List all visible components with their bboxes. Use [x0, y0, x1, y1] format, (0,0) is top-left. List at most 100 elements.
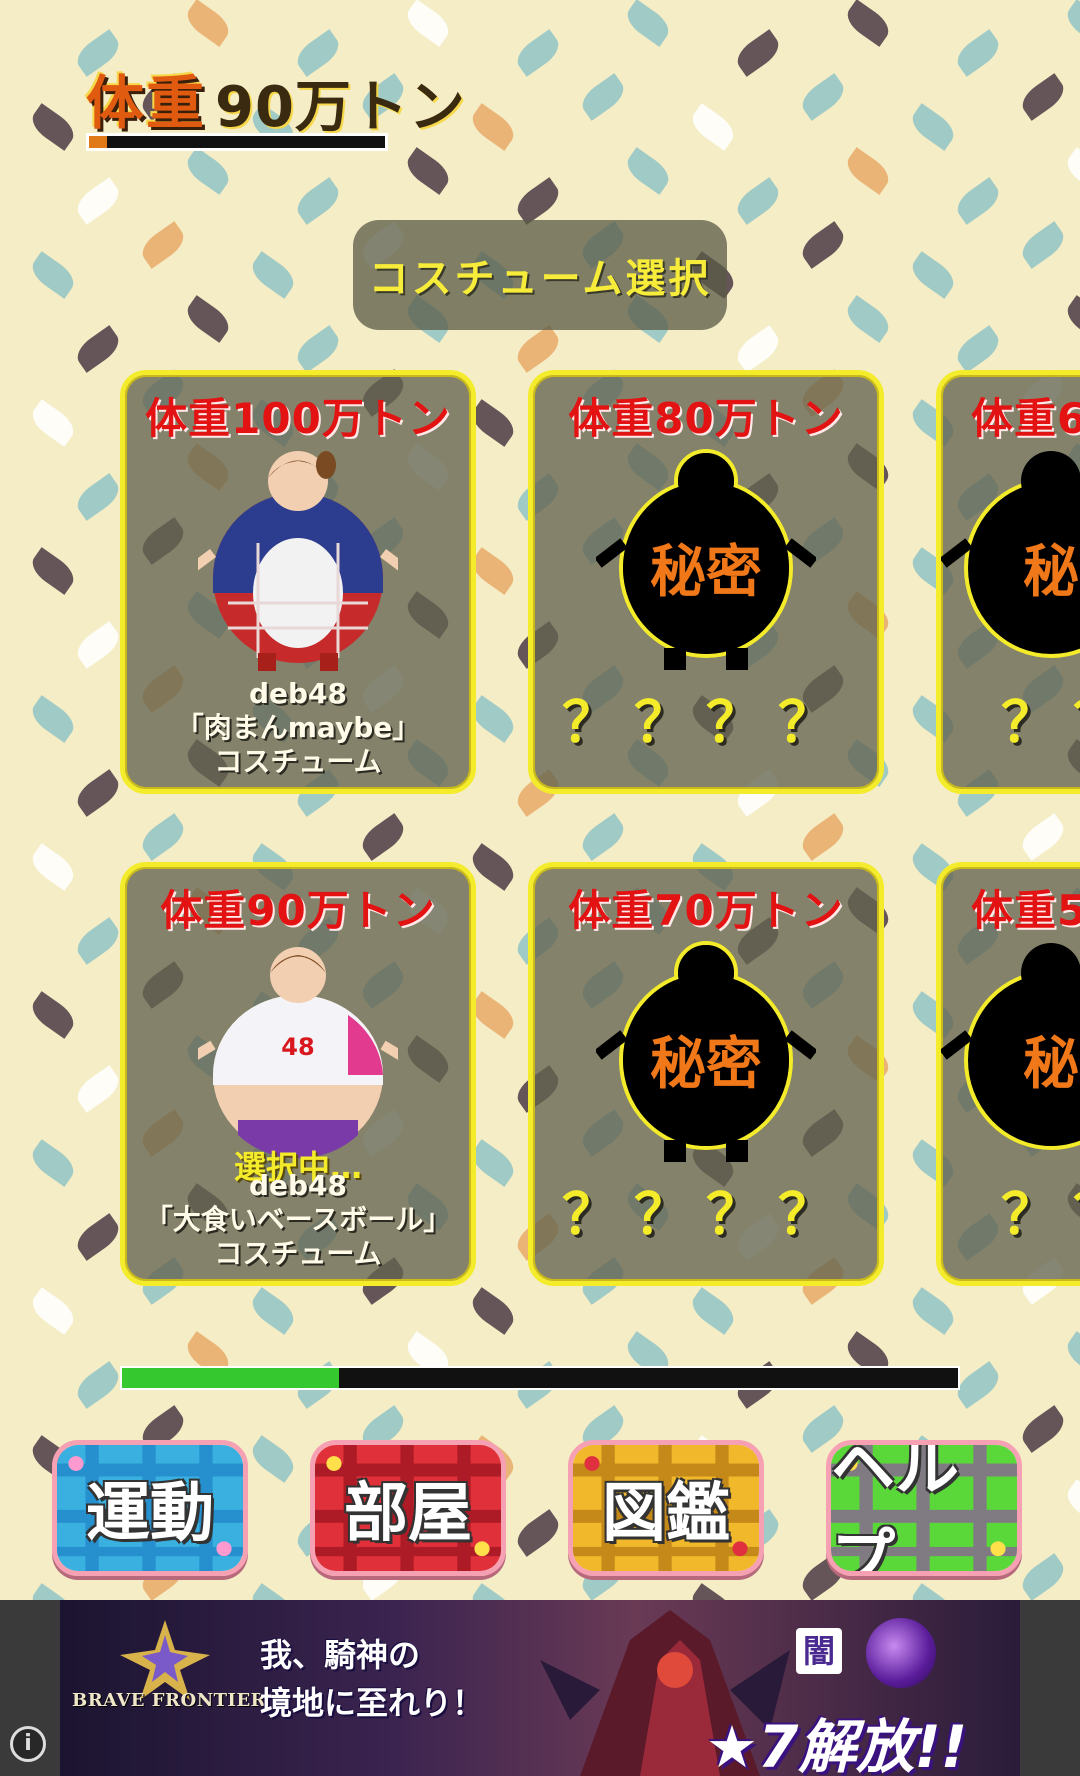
svg-text:秘: 秘	[1023, 540, 1079, 605]
card-title: 体重80万トン	[568, 394, 844, 443]
background-leaf	[466, 1583, 520, 1600]
background-leaf	[1016, 73, 1070, 121]
ad-line-1: 我、騎神の	[260, 1636, 421, 1674]
background-leaf	[1061, 0, 1080, 47]
background-leaf	[1061, 1331, 1080, 1379]
background-leaf	[1016, 1405, 1070, 1453]
costume-select-title: コスチューム選択	[353, 220, 727, 330]
exercise-button[interactable]: 運動	[52, 1440, 248, 1576]
secret-silhouette: 秘密	[596, 449, 816, 670]
ad-info-icon[interactable]: i	[10, 1726, 46, 1762]
secret-silhouette: 秘	[941, 451, 1080, 658]
encyclopedia-button[interactable]: 図鑑	[568, 1440, 764, 1576]
costume-grid[interactable]: 体重100万トン deb48 「肉まんmaybe」 コスチューム 体重80万トン	[0, 370, 1080, 1310]
weight-progress-bar	[86, 133, 388, 151]
costume-figure-baseball: 48	[198, 947, 398, 1159]
background-leaf	[181, 295, 235, 343]
background-leaf	[511, 177, 565, 225]
background-leaf	[951, 29, 1005, 77]
svg-text:48: 48	[281, 1033, 314, 1061]
room-label: 部屋	[344, 1477, 472, 1551]
background-leaf	[1016, 1553, 1070, 1600]
ad-logo-emblem-icon	[120, 1620, 210, 1700]
background-leaf	[291, 177, 345, 225]
dark-element-orb-icon	[866, 1618, 936, 1688]
background-leaf	[1061, 295, 1080, 343]
background-leaf	[1061, 147, 1080, 195]
background-leaf	[26, 1583, 80, 1600]
background-leaf	[511, 325, 565, 373]
ad-banner[interactable]: BRAVE FRONTIER 我、騎神の 境地に至れり！ 闇 ★7解放!! i	[0, 1600, 1080, 1776]
card-question: ？？？？	[562, 691, 850, 756]
ad-headline: ★7解放!!	[706, 1713, 968, 1776]
background-leaf	[246, 1435, 300, 1483]
card-question: ？？	[1001, 691, 1080, 756]
background-leaf	[246, 251, 300, 299]
background-leaf	[841, 0, 895, 47]
card-question: ？？？？	[562, 1183, 850, 1248]
desc-line: コスチューム	[214, 1237, 382, 1270]
background-leaf	[906, 1583, 960, 1600]
background-leaf	[576, 73, 630, 121]
background-leaf	[686, 1583, 740, 1600]
costume-card-80[interactable]: 体重80万トン 秘密 ？？？？	[528, 370, 884, 794]
exercise-label: 運動	[86, 1477, 214, 1551]
background-leaf	[841, 147, 895, 195]
room-button[interactable]: 部屋	[310, 1440, 506, 1576]
background-leaf	[951, 325, 1005, 373]
secret-silhouette: 秘密	[596, 941, 816, 1162]
card-title: 体重5	[971, 886, 1080, 935]
background-leaf	[26, 251, 80, 299]
card-title: 体重100万トン	[145, 394, 451, 443]
background-leaf	[621, 147, 675, 195]
ad-creative[interactable]: BRAVE FRONTIER 我、騎神の 境地に至れり！ 闇 ★7解放!!	[60, 1600, 1020, 1776]
help-label: ヘルプ	[831, 1440, 959, 1576]
background-leaf	[1016, 221, 1070, 269]
background-leaf	[246, 1583, 300, 1600]
background-leaf	[71, 1361, 125, 1409]
card-question: ？？	[1001, 1183, 1080, 1248]
weight-label: 体重	[86, 69, 207, 137]
desc-line: deb48	[248, 677, 348, 710]
desc-line: deb48	[248, 1169, 348, 1202]
svg-text:秘密: 秘密	[650, 540, 762, 605]
background-leaf	[841, 295, 895, 343]
ad-element-badge: 闇	[796, 1628, 842, 1674]
background-leaf	[906, 103, 960, 151]
ad-line-2: 境地に至れり！	[260, 1684, 485, 1722]
background-leaf	[621, 0, 675, 47]
svg-text:秘密: 秘密	[650, 1032, 762, 1097]
costume-card-90[interactable]: 体重90万トン 48 選択中… deb48 「大食いベースボール」 コスチューム	[120, 862, 476, 1286]
background-leaf	[731, 177, 785, 225]
page-scroll-progress	[120, 1366, 960, 1390]
costume-card-50[interactable]: 体重5 秘 ？？	[936, 862, 1080, 1286]
desc-line: 「大食いベースボール」	[144, 1203, 452, 1236]
weight-value: 90万トン	[215, 75, 466, 140]
background-leaf	[401, 147, 455, 195]
background-leaf	[511, 1509, 565, 1557]
title-text: コスチューム選択	[368, 256, 712, 302]
ad-logo-text: BRAVE FRONTIER	[72, 1690, 267, 1711]
encyclopedia-label: 図鑑	[602, 1477, 730, 1551]
card-description: deb48 「肉まんmaybe」 コスチューム	[125, 677, 471, 779]
secret-silhouette: 秘	[941, 943, 1080, 1150]
background-leaf	[731, 29, 785, 77]
desc-line: コスチューム	[214, 745, 382, 778]
costume-figure-nikuman	[198, 451, 398, 671]
costume-card-100[interactable]: 体重100万トン deb48 「肉まんmaybe」 コスチューム	[120, 370, 476, 794]
background-leaf	[26, 103, 80, 151]
background-leaf	[71, 177, 125, 225]
page-scroll-progress-fill	[122, 1368, 340, 1388]
svg-text:秘: 秘	[1023, 1032, 1079, 1097]
background-leaf	[136, 221, 190, 269]
background-leaf	[291, 325, 345, 373]
background-leaf	[951, 177, 1005, 225]
costume-card-70[interactable]: 体重70万トン 秘密 ？？？？	[528, 862, 884, 1286]
background-leaf	[401, 0, 455, 47]
card-title: 体重6	[971, 394, 1080, 443]
weight-progress-fill	[89, 136, 107, 148]
background-leaf	[466, 103, 520, 151]
help-button[interactable]: ヘルプ	[826, 1440, 1022, 1576]
costume-card-60[interactable]: 体重6 秘 ？？	[936, 370, 1080, 794]
background-leaf	[181, 147, 235, 195]
